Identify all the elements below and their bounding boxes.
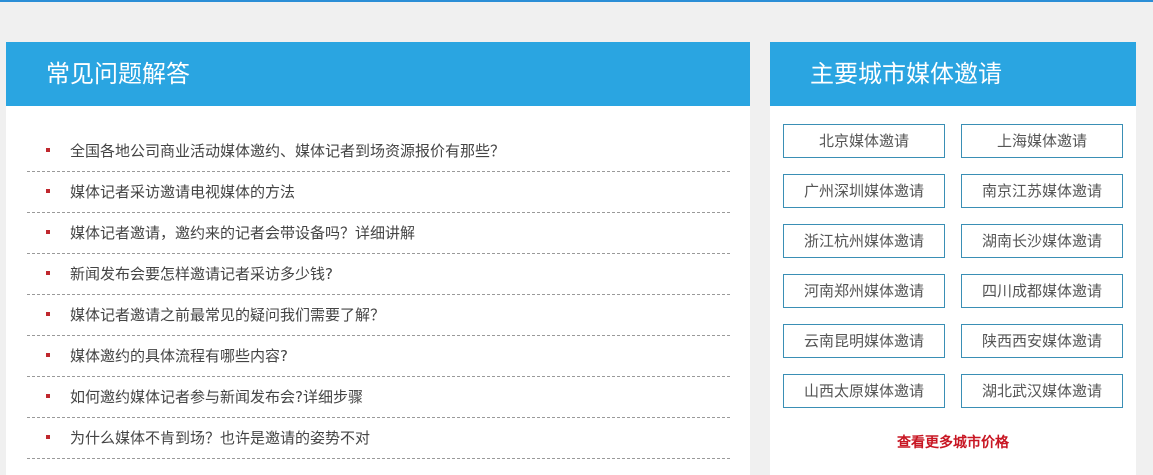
faq-item: 媒体记者邀请，邀约来的记者会带设备吗？详细讲解	[27, 213, 730, 254]
bullet-icon	[46, 230, 50, 234]
faq-link[interactable]: 媒体记者邀请之前最常见的疑问我们需要了解？	[70, 295, 385, 335]
city-button-yunnan-kunming[interactable]: 云南昆明媒体邀请	[783, 324, 945, 358]
city-button-shaanxi-xian[interactable]: 陕西西安媒体邀请	[961, 324, 1123, 358]
faq-link[interactable]: 全国各地公司商业活动媒体邀约、媒体记者到场资源报价有那些？	[70, 131, 505, 171]
faq-item: 为什么媒体不肯到场？也许是邀请的姿势不对	[27, 418, 730, 459]
faq-link[interactable]: 媒体记者邀请，邀约来的记者会带设备吗？详细讲解	[70, 213, 415, 253]
top-accent-line	[0, 0, 1153, 2]
city-button-beijing[interactable]: 北京媒体邀请	[783, 124, 945, 158]
city-button-guangzhou-shenzhen[interactable]: 广州深圳媒体邀请	[783, 174, 945, 208]
bullet-icon	[46, 148, 50, 152]
city-button-nanjing-jiangsu[interactable]: 南京江苏媒体邀请	[961, 174, 1123, 208]
bullet-icon	[46, 271, 50, 275]
faq-item: 如何邀约媒体记者参与新闻发布会?详细步骤	[27, 377, 730, 418]
cities-panel-title: 主要城市媒体邀请	[770, 42, 1136, 106]
faq-panel-title: 常见问题解答	[6, 42, 750, 106]
faq-item: 媒体记者采访邀请电视媒体的方法	[27, 172, 730, 213]
bullet-icon	[46, 394, 50, 398]
faq-link[interactable]: 新闻发布会要怎样邀请记者采访多少钱?	[70, 254, 333, 294]
faq-item: 媒体邀约的具体流程有哪些内容?	[27, 336, 730, 377]
faq-item: 媒体记者邀请之前最常见的疑问我们需要了解？	[27, 295, 730, 336]
bullet-icon	[46, 312, 50, 316]
bullet-icon	[46, 435, 50, 439]
faq-link[interactable]: 媒体记者采访邀请电视媒体的方法	[70, 172, 295, 212]
faq-link[interactable]: 为什么媒体不肯到场？也许是邀请的姿势不对	[70, 418, 370, 458]
city-button-hubei-wuhan[interactable]: 湖北武汉媒体邀请	[961, 374, 1123, 408]
faq-link[interactable]: 媒体邀约的具体流程有哪些内容?	[70, 336, 288, 376]
faq-item: 新闻发布会要怎样邀请记者采访多少钱?	[27, 254, 730, 295]
city-button-henan-zhengzhou[interactable]: 河南郑州媒体邀请	[783, 274, 945, 308]
city-button-sichuan-chengdu[interactable]: 四川成都媒体邀请	[961, 274, 1123, 308]
faq-list: 全国各地公司商业活动媒体邀约、媒体记者到场资源报价有那些？ 媒体记者采访邀请电视…	[27, 131, 730, 459]
bullet-icon	[46, 353, 50, 357]
city-button-shanxi-taiyuan[interactable]: 山西太原媒体邀请	[783, 374, 945, 408]
city-button-hunan-changsha[interactable]: 湖南长沙媒体邀请	[961, 224, 1123, 258]
faq-link[interactable]: 如何邀约媒体记者参与新闻发布会?详细步骤	[70, 377, 363, 417]
city-button-shanghai[interactable]: 上海媒体邀请	[961, 124, 1123, 158]
bullet-icon	[46, 189, 50, 193]
more-cities-link[interactable]: 查看更多城市价格	[770, 432, 1136, 452]
cities-panel: 主要城市媒体邀请 北京媒体邀请 上海媒体邀请 广州深圳媒体邀请 南京江苏媒体邀请…	[770, 42, 1136, 475]
city-button-zhejiang-hangzhou[interactable]: 浙江杭州媒体邀请	[783, 224, 945, 258]
faq-panel: 常见问题解答 全国各地公司商业活动媒体邀约、媒体记者到场资源报价有那些？ 媒体记…	[6, 42, 750, 475]
faq-item: 全国各地公司商业活动媒体邀约、媒体记者到场资源报价有那些？	[27, 131, 730, 172]
